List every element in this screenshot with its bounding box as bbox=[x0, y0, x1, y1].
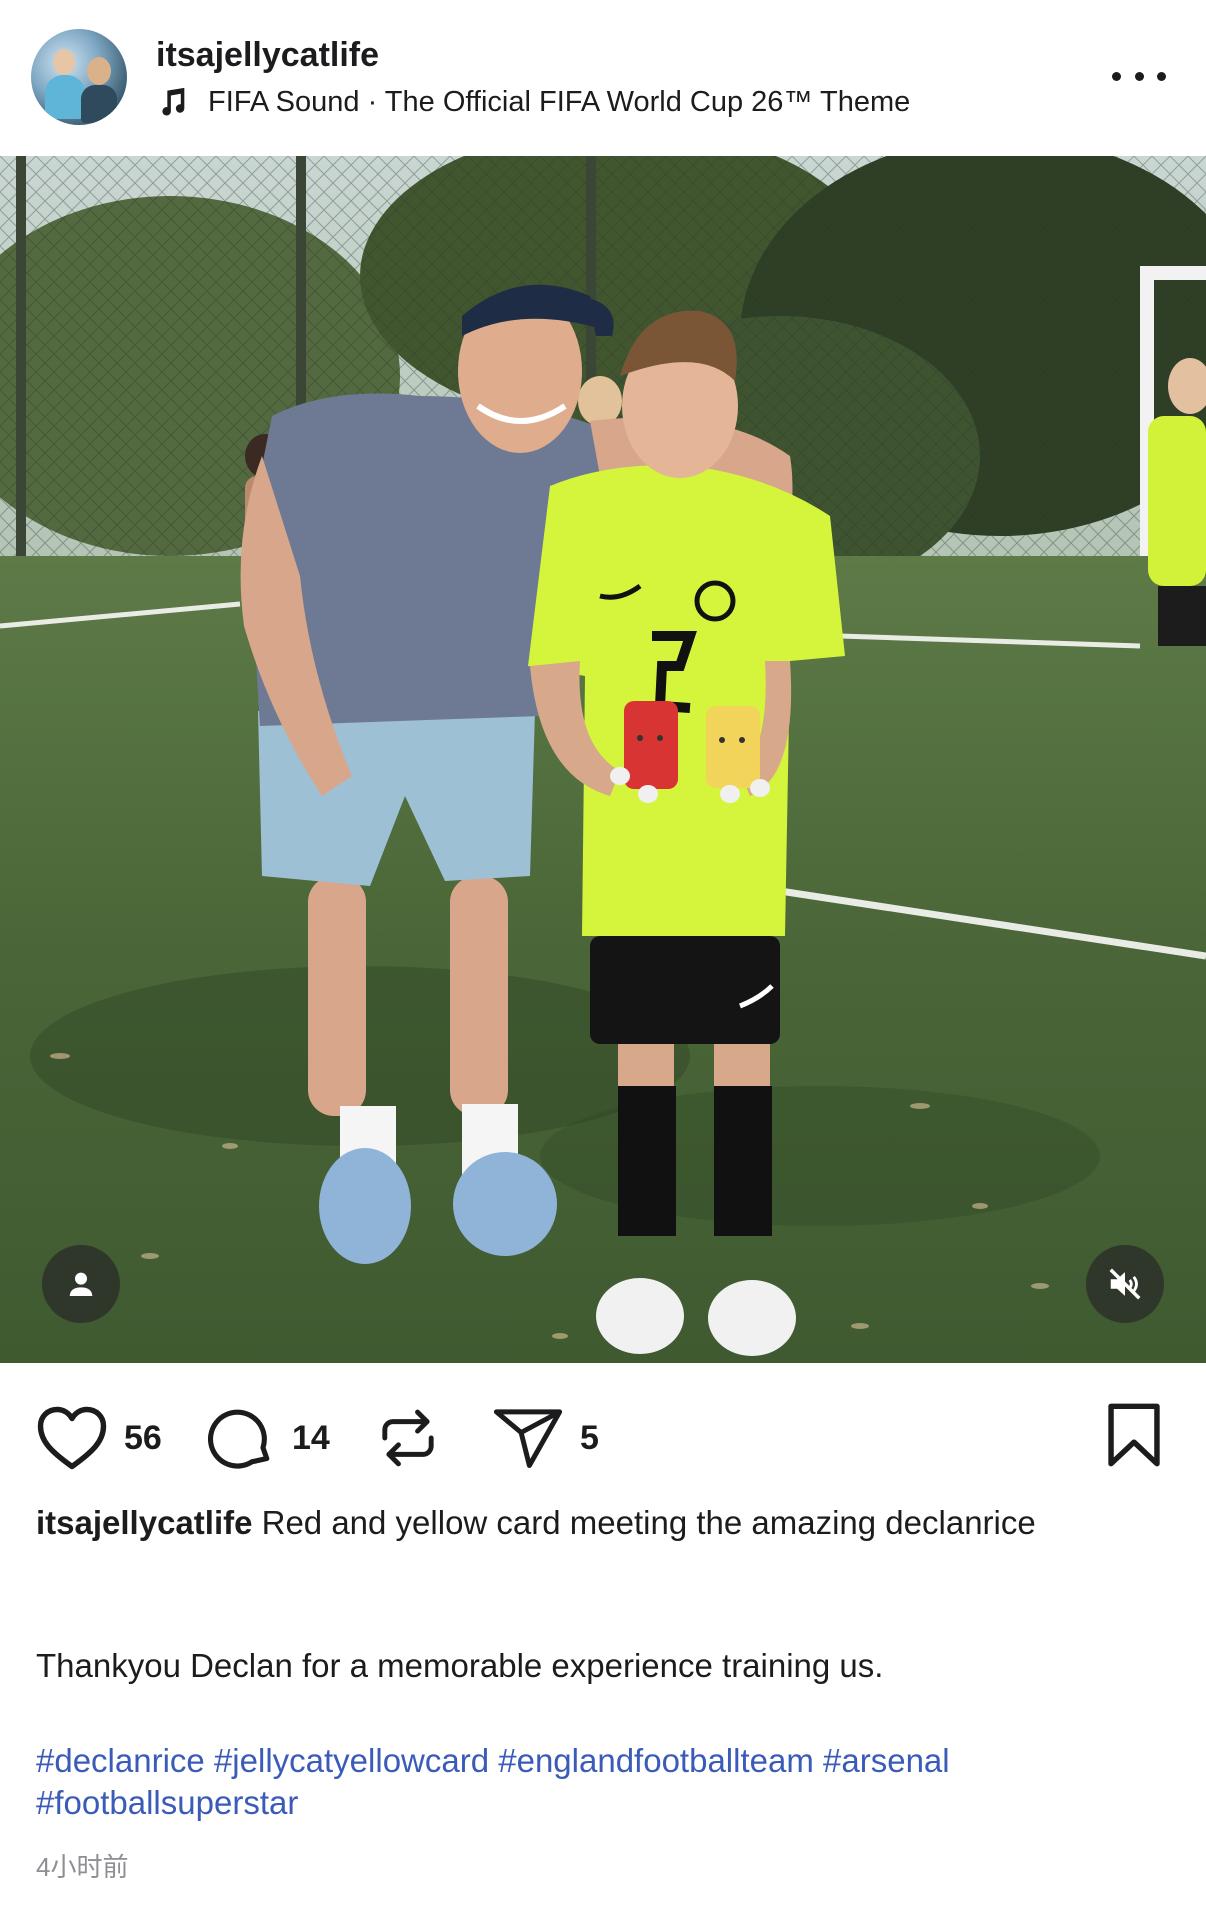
music-title[interactable]: FIFA Sound · The Official FIFA World Cup… bbox=[208, 86, 910, 119]
comment-bubble-icon bbox=[208, 1409, 270, 1469]
caption: itsajellycatlife Red and yellow card mee… bbox=[36, 1502, 1166, 1544]
bookmark-icon bbox=[1108, 1403, 1160, 1467]
more-horizontal-icon bbox=[1112, 71, 1121, 81]
hashtag-link[interactable]: #footballsuperstar bbox=[36, 1784, 298, 1821]
caption-username[interactable]: itsajellycatlife bbox=[36, 1504, 252, 1541]
hashtag-link[interactable]: #englandfootballteam bbox=[498, 1742, 814, 1779]
hashtag-link[interactable]: #jellycatyellowcard bbox=[214, 1742, 489, 1779]
caption-text-2: Thankyou Declan for a memorable experien… bbox=[36, 1647, 884, 1684]
save-button[interactable] bbox=[1104, 1402, 1164, 1473]
mute-toggle-button[interactable] bbox=[1086, 1245, 1164, 1323]
caption-text: Red and yellow card meeting the amazing … bbox=[252, 1504, 1036, 1541]
more-options-button[interactable] bbox=[1112, 56, 1166, 96]
more-dot bbox=[1134, 71, 1144, 81]
like-button[interactable]: 56 bbox=[36, 1398, 162, 1478]
person-icon bbox=[69, 1272, 93, 1296]
music-attribution[interactable]: FIFA Sound · The Official FIFA World Cup… bbox=[156, 82, 910, 122]
repost-icon bbox=[382, 1409, 434, 1467]
share-button[interactable]: 5 bbox=[492, 1398, 599, 1478]
speaker-muted-icon bbox=[1109, 1268, 1141, 1300]
music-note-icon bbox=[162, 87, 185, 116]
hashtags: #declanrice #jellycatyellowcard #england… bbox=[36, 1740, 1166, 1824]
hashtag-link[interactable]: #arsenal bbox=[823, 1742, 950, 1779]
like-count: 56 bbox=[124, 1418, 162, 1457]
post-username[interactable]: itsajellycatlife bbox=[156, 36, 379, 75]
post-photo[interactable] bbox=[0, 156, 1206, 1363]
comment-count: 14 bbox=[292, 1418, 330, 1457]
avatar-figure bbox=[45, 75, 85, 119]
tagged-people-button[interactable] bbox=[42, 1245, 120, 1323]
avatar-figure bbox=[87, 57, 111, 85]
share-count: 5 bbox=[580, 1418, 599, 1457]
comment-button[interactable]: 14 bbox=[208, 1398, 330, 1478]
repost-button[interactable] bbox=[378, 1398, 438, 1478]
post-header: itsajellycatlife FIFA Sound · The Offici… bbox=[0, 0, 1206, 156]
more-dot bbox=[1157, 71, 1166, 81]
heart-icon bbox=[37, 1406, 107, 1470]
hashtag-link[interactable]: #declanrice bbox=[36, 1742, 205, 1779]
post-timestamp: 4小时前 bbox=[36, 1852, 129, 1882]
avatar-figure bbox=[53, 49, 75, 75]
action-bar: 56 14 5 bbox=[0, 1398, 1206, 1478]
avatar[interactable] bbox=[31, 29, 127, 125]
avatar-figure bbox=[81, 85, 117, 123]
photo-illustration bbox=[0, 156, 1206, 1363]
send-icon bbox=[493, 1409, 563, 1468]
